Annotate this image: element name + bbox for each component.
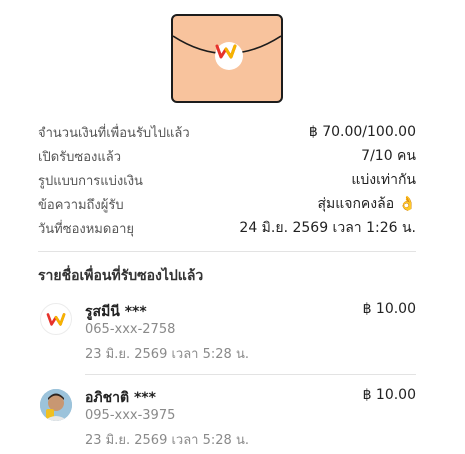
detail-label: วันที่ซองหมดอายุ [38, 221, 135, 237]
friend-name: รูสมีนี *** [85, 304, 147, 320]
detail-value: 24 มิ.ย. 2569 เวลา 1:26 น. [239, 220, 416, 236]
detail-label: จำนวนเงินที่เพื่อนรับไปแล้ว [38, 125, 190, 141]
detail-row-split-type: รูปแบบการแบ่งเงิน แบ่งเท่ากัน [38, 169, 416, 191]
friend-date: 23 มิ.ย. 2569 เวลา 5:28 น. [85, 347, 249, 362]
detail-row-expiry-date: วันที่ซองหมดอายุ 24 มิ.ย. 2569 เวลา 1:26… [38, 217, 416, 239]
detail-label: ข้อความถึงผู้รับ [38, 197, 124, 213]
brand-logo-icon [215, 42, 243, 70]
friend-list-item: อภิชาติ *** ฿ 10.00 095-xxx-3975 23 มิ.ย… [38, 386, 416, 448]
list-divider [85, 374, 416, 375]
detail-value: แบ่งเท่ากัน [351, 172, 416, 188]
friend-amount: ฿ 10.00 [362, 387, 416, 403]
avatar [40, 389, 72, 421]
friend-list-item: รูสมีนี *** ฿ 10.00 065-xxx-2758 23 มิ.ย… [38, 300, 416, 362]
detail-value: 7/10 คน [361, 148, 416, 164]
friend-name: อภิชาติ *** [85, 390, 156, 406]
friend-date: 23 มิ.ย. 2569 เวลา 5:28 น. [85, 433, 249, 448]
detail-row-opened-count: เปิดรับซองแล้ว 7/10 คน [38, 145, 416, 167]
detail-row-amount-received: จำนวนเงินที่เพื่อนรับไปแล้ว ฿ 70.00/100.… [38, 121, 416, 143]
friend-amount: ฿ 10.00 [362, 301, 416, 317]
brand-logo-icon [40, 303, 72, 335]
red-envelope-illustration [171, 14, 283, 103]
detail-value: ฿ 70.00/100.00 [308, 124, 416, 140]
friends-section-title: รายชื่อเพื่อนที่รับซองไปแล้ว [38, 268, 204, 284]
friend-phone: 065-xxx-2758 [85, 322, 176, 337]
detail-label: เปิดรับซองแล้ว [38, 149, 121, 165]
detail-label: รูปแบบการแบ่งเงิน [38, 173, 143, 189]
detail-row-message: ข้อความถึงผู้รับ สุ่มแจกคงล้อ 👌 [38, 193, 416, 215]
section-divider [38, 251, 416, 252]
friend-phone: 095-xxx-3975 [85, 408, 176, 423]
detail-value: สุ่มแจกคงล้อ 👌 [317, 196, 416, 212]
